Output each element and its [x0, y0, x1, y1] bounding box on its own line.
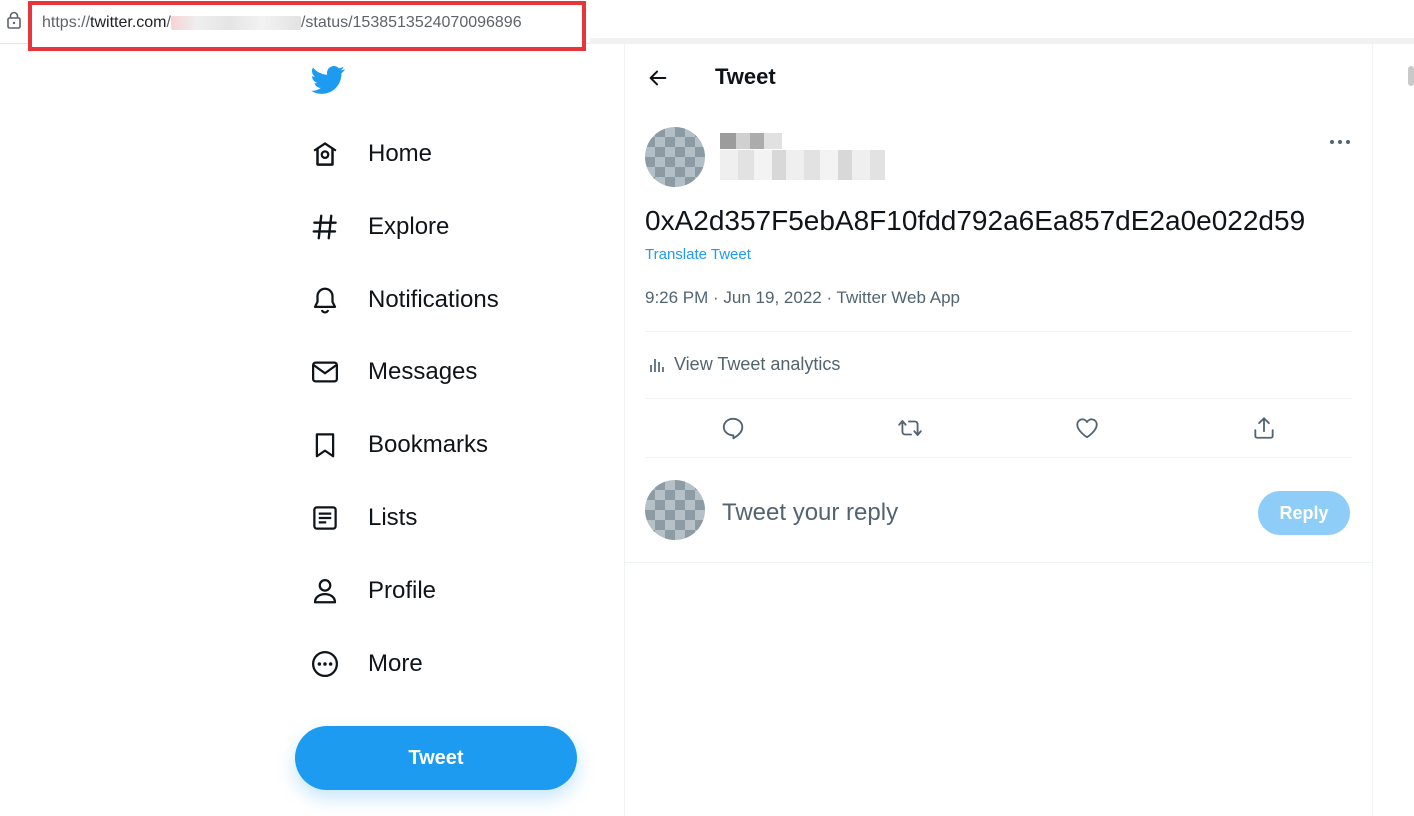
url-highlight-box[interactable]: https://twitter.com//status/153851352407…	[28, 1, 586, 51]
list-icon	[300, 498, 354, 538]
redacted-author-name[interactable]	[720, 133, 782, 149]
current-user-avatar[interactable]	[645, 480, 705, 540]
author-avatar[interactable]	[645, 127, 705, 187]
translate-tweet-link[interactable]: Translate Tweet	[645, 246, 751, 263]
divider	[645, 398, 1352, 399]
analytics-label: View Tweet analytics	[674, 354, 841, 374]
column-divider-left	[624, 44, 625, 816]
sidebar-item-label: Notifications	[368, 286, 499, 313]
hashtag-icon	[300, 207, 354, 247]
back-button[interactable]	[644, 64, 672, 92]
share-button[interactable]	[1248, 412, 1280, 444]
reply-input[interactable]	[722, 495, 1242, 531]
retweet-icon	[898, 420, 922, 436]
redacted-author-handle[interactable]	[720, 150, 885, 180]
sidebar-item-label: Home	[368, 140, 433, 167]
tweet-timestamp[interactable]: 9:26 PM · Jun 19, 2022 · Twitter Web App	[645, 288, 960, 308]
sidebar-item-messages[interactable]: Messages	[300, 344, 560, 400]
speech-bubble-icon	[722, 417, 744, 440]
bell-icon	[300, 280, 354, 320]
sidebar-item-label: Bookmarks	[368, 431, 489, 458]
analytics-bars-icon	[650, 358, 664, 372]
reply-action-button[interactable]	[717, 412, 749, 444]
sidebar-item-notifications[interactable]: Notifications	[300, 272, 560, 328]
sidebar-item-lists[interactable]: Lists	[300, 490, 560, 546]
column-divider-right	[1372, 44, 1373, 816]
home-icon	[300, 134, 354, 174]
sidebar-item-bookmarks[interactable]: Bookmarks	[300, 417, 560, 473]
scrollbar-thumb[interactable]	[1408, 66, 1414, 86]
redacted-username	[170, 15, 301, 30]
sidebar-item-more[interactable]: More	[300, 636, 560, 692]
page-title: Tweet	[715, 64, 776, 89]
sidebar-item-label: Profile	[368, 577, 437, 604]
sidebar-item-explore[interactable]: Explore	[300, 199, 560, 255]
bookmark-icon	[300, 425, 354, 465]
divider	[645, 457, 1352, 458]
more-circle-icon	[300, 644, 354, 684]
url-path: /status/1538513524070096896	[300, 14, 522, 31]
sidebar-item-label: More	[368, 650, 423, 677]
like-button[interactable]	[1071, 412, 1103, 444]
tweet-analytics-link[interactable]: View Tweet analytics	[648, 354, 840, 375]
reply-button[interactable]: Reply	[1258, 491, 1350, 535]
address-bar-edge	[590, 38, 1414, 44]
sidebar-item-label: Messages	[368, 358, 478, 385]
url-prefix: https://	[42, 14, 91, 31]
url-text[interactable]: https://twitter.com//status/153851352407…	[42, 14, 522, 32]
divider	[625, 562, 1372, 563]
tweet-more-button[interactable]	[1326, 130, 1354, 154]
heart-icon	[1076, 418, 1098, 439]
arrow-left-icon	[649, 70, 667, 86]
share-icon	[1254, 417, 1274, 439]
envelope-icon	[300, 352, 354, 392]
sidebar-item-profile[interactable]: Profile	[300, 563, 560, 619]
tweet-button[interactable]: Tweet	[295, 726, 577, 790]
person-icon	[300, 571, 354, 611]
ellipsis-icon	[1330, 140, 1350, 144]
sidebar-item-label: Explore	[368, 213, 450, 240]
lock-icon	[7, 11, 21, 29]
sidebar-item-home[interactable]: Home	[300, 126, 560, 182]
tweet-text: 0xA2d357F5ebA8F10fdd792a6Ea857dE2a0e022d…	[645, 205, 1306, 236]
sidebar-item-label: Lists	[368, 504, 418, 531]
retweet-button[interactable]	[894, 412, 926, 444]
divider	[645, 331, 1352, 332]
url-host: twitter.com	[90, 14, 167, 31]
twitter-bird-icon[interactable]	[308, 62, 348, 96]
